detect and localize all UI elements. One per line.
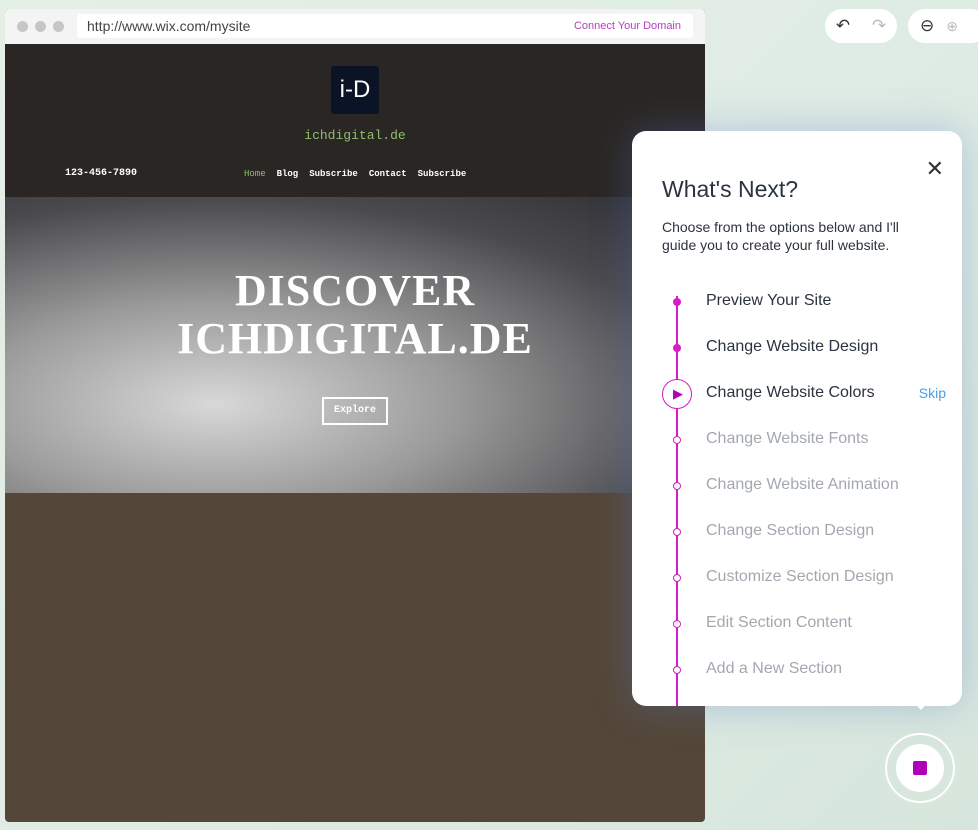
connect-domain-link[interactable]: Connect Your Domain: [574, 20, 681, 32]
site-nav: Home Blog Subscribe Contact Subscribe: [244, 169, 466, 179]
redo-icon[interactable]: ↷: [872, 16, 886, 36]
window-dot: [35, 21, 46, 32]
site-header: i-D ichdigital.de 123-456-7890 Home Blog…: [5, 44, 705, 197]
whats-next-panel: ✕ What's Next? Choose from the options b…: [632, 131, 962, 706]
window-dot: [17, 21, 28, 32]
zoom-in-icon[interactable]: ⊕: [946, 18, 958, 35]
hero-title: DISCOVER ICHDIGITAL.DE: [5, 267, 705, 363]
pending-dot-icon: [673, 620, 681, 628]
undo-icon[interactable]: ↶: [836, 16, 850, 36]
step-item[interactable]: Change Website Colors: [706, 384, 875, 402]
stop-button[interactable]: [885, 733, 955, 803]
nav-subscribe-2[interactable]: Subscribe: [418, 169, 467, 179]
panel-title: What's Next?: [662, 176, 799, 202]
nav-subscribe[interactable]: Subscribe: [309, 169, 358, 179]
window-dot: [53, 21, 64, 32]
panel-pointer: [912, 700, 930, 710]
pending-dot-icon: [673, 528, 681, 536]
site-logo[interactable]: i-D: [331, 66, 379, 114]
close-icon[interactable]: ✕: [926, 156, 944, 182]
hero-line-2: ICHDIGITAL.DE: [177, 314, 533, 363]
step-item[interactable]: Change Website Fonts: [706, 430, 868, 448]
stop-icon: [913, 761, 927, 775]
progress-line: [676, 296, 678, 706]
zoom-out-icon[interactable]: ⊖: [920, 16, 934, 36]
pending-dot-icon: [673, 574, 681, 582]
step-item[interactable]: Change Website Animation: [706, 476, 899, 494]
step-item[interactable]: Add a New Section: [706, 660, 842, 678]
pending-dot-icon: [673, 666, 681, 674]
step-item[interactable]: Edit Section Content: [706, 614, 852, 632]
step-item[interactable]: Preview Your Site: [706, 292, 831, 310]
url-text: http://www.wix.com/mysite: [87, 18, 251, 34]
play-icon: ▶: [662, 379, 692, 409]
pending-dot-icon: [673, 482, 681, 490]
undo-redo-group: ↶ ↷: [825, 9, 897, 43]
nav-blog[interactable]: Blog: [277, 169, 299, 179]
zoom-group: ⊖ ⊕: [908, 9, 978, 43]
site-preview-window: http://www.wix.com/mysite Connect Your D…: [5, 9, 705, 822]
phone-number: 123-456-7890: [65, 168, 138, 179]
panel-description: Choose from the options below and I'll g…: [662, 219, 899, 253]
step-item[interactable]: Change Section Design: [706, 522, 874, 540]
hero-line-1: DISCOVER: [234, 266, 476, 315]
hero-section: DISCOVER ICHDIGITAL.DE Explore: [5, 197, 705, 493]
step-item[interactable]: Change Website Design: [706, 338, 878, 356]
explore-button[interactable]: Explore: [322, 397, 388, 425]
skip-link[interactable]: Skip: [919, 385, 946, 401]
step-item[interactable]: Customize Section Design: [706, 568, 894, 586]
nav-contact[interactable]: Contact: [369, 169, 407, 179]
browser-bar: http://www.wix.com/mysite Connect Your D…: [5, 9, 705, 44]
site-name: ichdigital.de: [304, 128, 406, 143]
completed-dot-icon: [673, 298, 681, 306]
pending-dot-icon: [673, 436, 681, 444]
completed-dot-icon: [673, 344, 681, 352]
nav-home[interactable]: Home: [244, 169, 266, 179]
url-bar: http://www.wix.com/mysite Connect Your D…: [77, 14, 693, 38]
